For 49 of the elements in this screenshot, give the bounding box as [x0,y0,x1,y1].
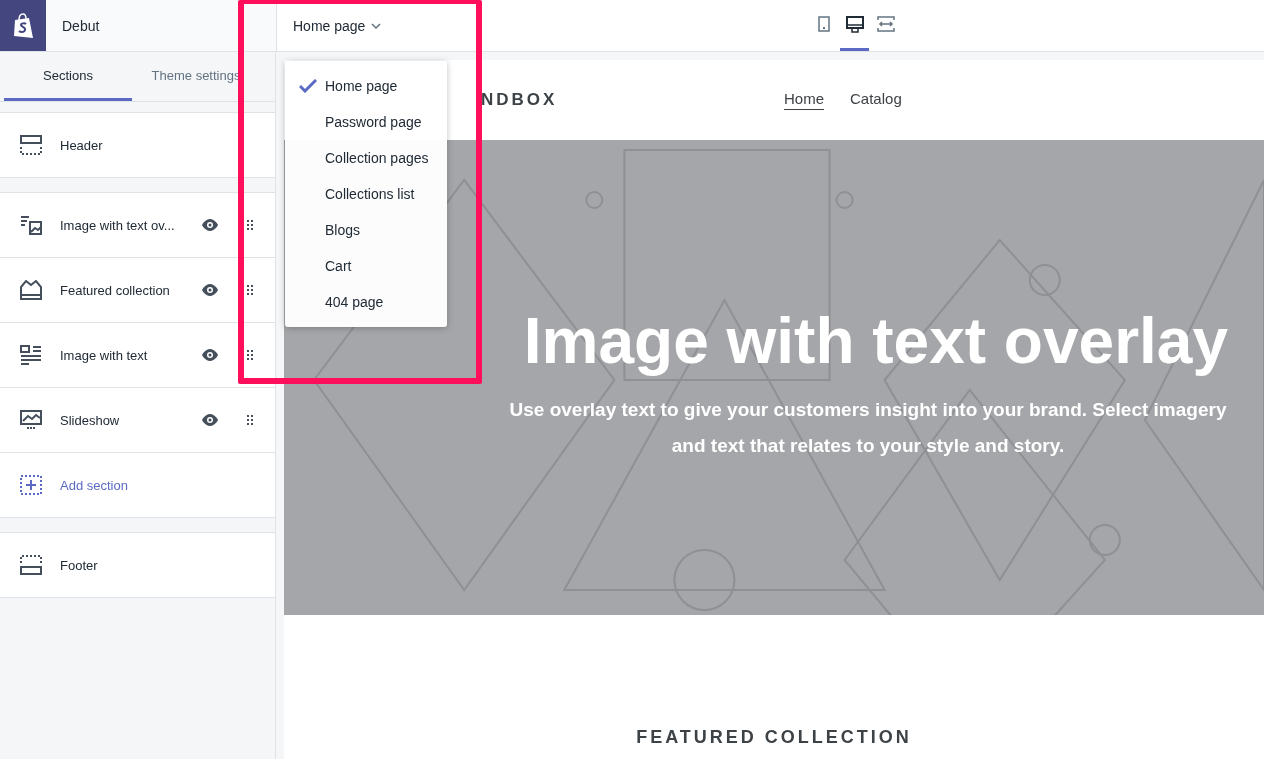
eye-icon [201,414,219,426]
nav-link[interactable]: Home [784,90,824,110]
tag-icon [20,280,42,300]
hero-text: Use overlay text to give your customers insight into your brand. Select imagery and text that relates to your style and story. [508,397,1228,458]
hero-title: Image with text overlay [523,303,1228,378]
menu-item[interactable]: Collections list [285,176,447,212]
drag-handle-icon[interactable] [247,220,253,230]
eye-icon [201,284,219,296]
visibility-toggle[interactable] [199,349,221,361]
add-icon [20,475,42,495]
section-heading: FEATURED COLLECTION [635,727,913,748]
section-item[interactable]: Footer [20,533,275,597]
store-logo[interactable] [0,0,46,51]
menu-item[interactable]: Blogs [285,212,447,248]
theme-name: Debut [62,17,100,34]
section-item[interactable]: Slideshow [20,388,199,452]
menu-item[interactable]: Collection pages [285,140,447,176]
shopping-bag-logo-icon [12,12,34,39]
sidebar-tab[interactable]: Theme settings [132,52,260,101]
fullscreen-icon [876,16,895,32]
add-section-button[interactable]: Add section [20,453,275,517]
image-text-icon [20,215,42,235]
visibility-toggle[interactable] [199,219,221,231]
nav-link[interactable]: Catalog [850,90,902,110]
slideshow-icon [20,410,42,430]
menu-item[interactable]: 404 page [285,284,447,320]
sidebar-tab[interactable]: Sections [4,52,132,101]
section-item[interactable]: Image with text [20,323,199,387]
eye-icon [201,219,219,231]
mobile-icon [817,16,830,32]
drag-handle-icon[interactable] [247,285,253,295]
chevron-down-icon [371,22,382,29]
section-item[interactable]: Header [20,113,275,177]
drag-handle-icon[interactable] [247,350,253,360]
section-item[interactable]: Featured collection [20,258,199,322]
menu-item[interactable]: Password page [285,104,447,140]
desktop-icon [845,15,864,33]
menu-item[interactable]: Home page [285,68,447,104]
menu-item[interactable]: Cart [285,248,447,284]
drag-handle-icon[interactable] [247,415,253,425]
visibility-toggle[interactable] [199,414,221,426]
footer-layout-icon [20,555,42,575]
header-layout-icon [20,135,42,155]
image-text-icon [20,345,42,365]
page-selector[interactable]: Home page [287,13,388,38]
section-item[interactable]: Image with text ov... [20,193,199,257]
eye-icon [201,349,219,361]
visibility-toggle[interactable] [199,284,221,296]
store-name: NDBOX [481,90,559,110]
